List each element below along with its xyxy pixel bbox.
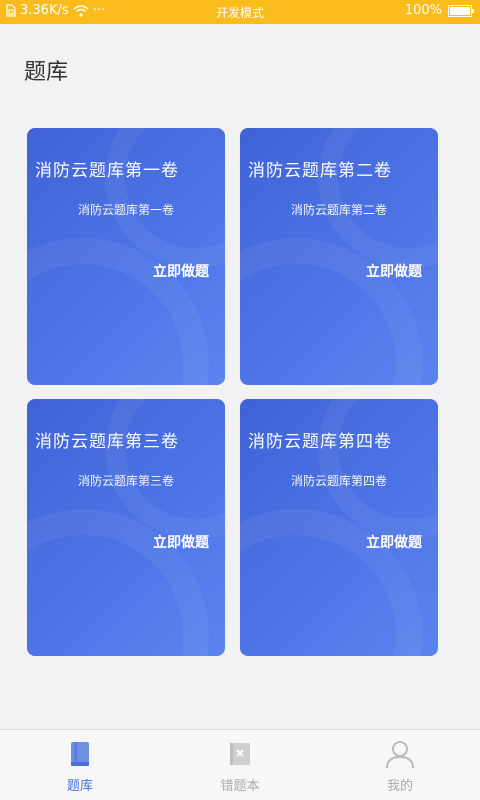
card-subtitle: 消防云题库第三卷 xyxy=(77,474,174,488)
exam-card-4[interactable]: 消防云题库第四卷 消防云题库第四卷 立即做题 xyxy=(240,399,438,656)
card-subtitle: 消防云题库第二卷 xyxy=(290,203,387,217)
tab-label: 我的 xyxy=(386,779,413,794)
tab-profile[interactable]: 我的 xyxy=(320,730,480,800)
user-icon xyxy=(386,741,414,769)
exam-card-1[interactable]: 消防云题库第一卷 消防云题库第一卷 立即做题 xyxy=(27,128,225,385)
exam-card-3[interactable]: 消防云题库第三卷 消防云题库第三卷 立即做题 xyxy=(27,399,225,656)
tab-label: 错题本 xyxy=(220,779,260,794)
book-icon xyxy=(71,742,89,766)
battery-percent: 100% xyxy=(404,3,442,18)
card-title: 消防云题库第一卷 xyxy=(35,161,179,181)
page-title: 题库 xyxy=(24,60,69,85)
card-title: 消防云题库第三卷 xyxy=(35,432,179,452)
wrong-book-icon xyxy=(230,743,250,765)
tab-wrong-questions[interactable]: 错题本 xyxy=(160,730,320,800)
card-title: 消防云题库第四卷 xyxy=(248,432,392,452)
start-practice-button[interactable]: 立即做题 xyxy=(366,532,422,552)
card-title: 消防云题库第二卷 xyxy=(248,161,392,181)
start-practice-button[interactable]: 立即做题 xyxy=(153,532,209,552)
bottom-tab-bar: 题库 错题本 我的 xyxy=(0,729,480,800)
tab-question-bank[interactable]: 题库 xyxy=(0,730,160,800)
tab-label: 题库 xyxy=(66,779,93,794)
battery-icon xyxy=(448,4,474,17)
start-practice-button[interactable]: 立即做题 xyxy=(153,261,209,281)
exam-card-2[interactable]: 消防云题库第二卷 消防云题库第二卷 立即做题 xyxy=(240,128,438,385)
start-practice-button[interactable]: 立即做题 xyxy=(366,261,422,281)
card-subtitle: 消防云题库第一卷 xyxy=(77,203,174,217)
card-subtitle: 消防云题库第四卷 xyxy=(290,474,387,488)
status-bar: 3.36K/s ··· 开发模式 100% xyxy=(0,0,480,24)
